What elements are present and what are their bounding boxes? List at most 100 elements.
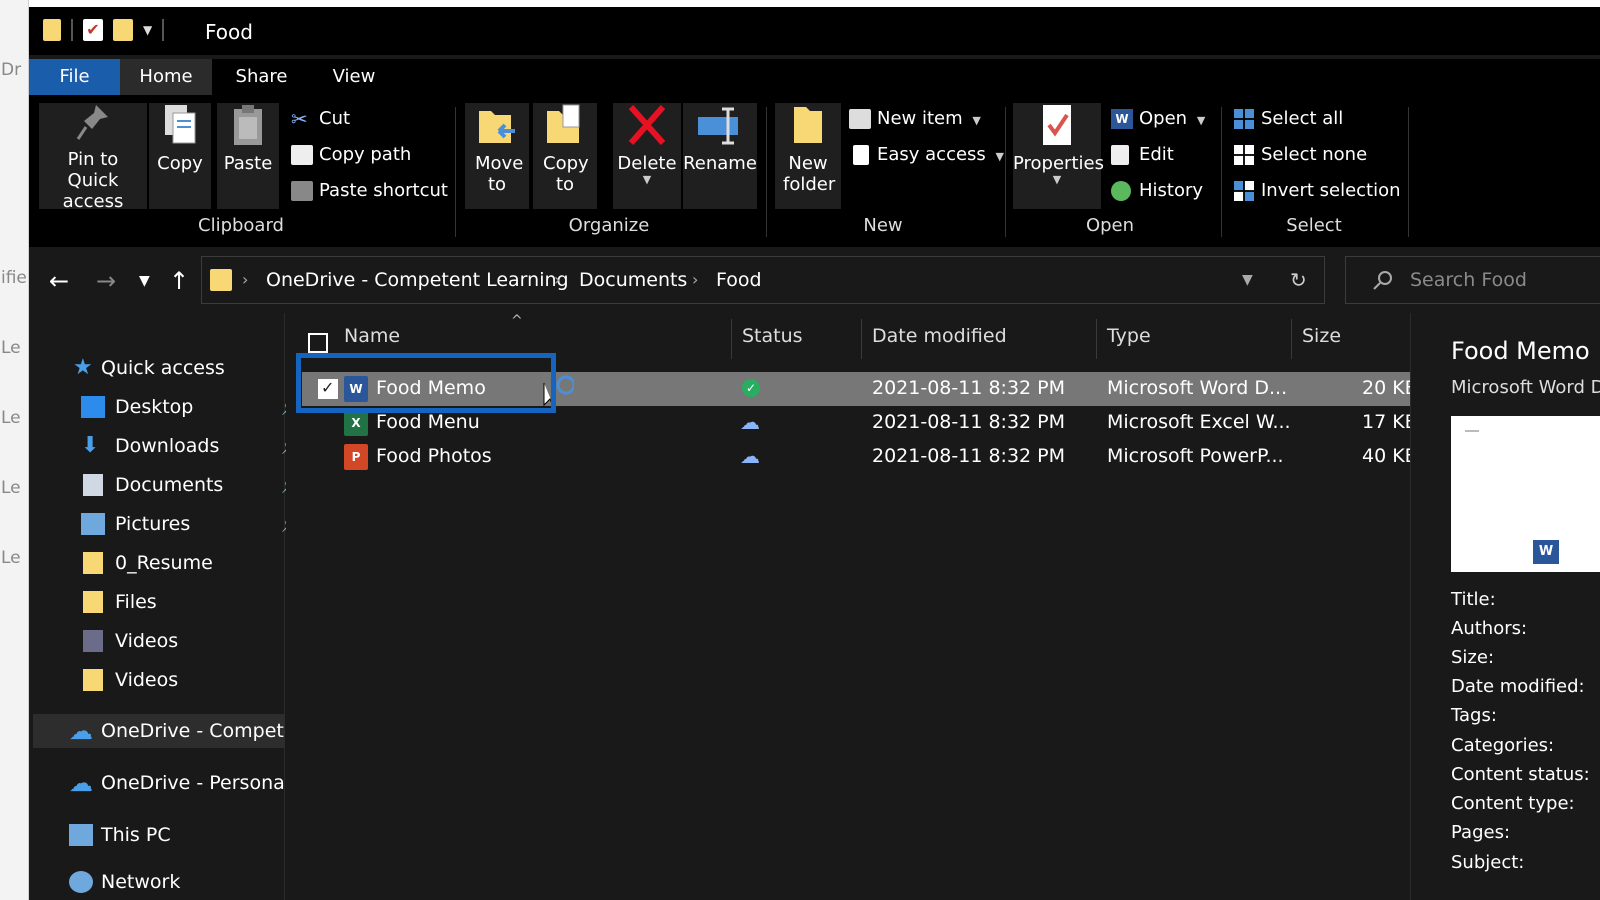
column-header-name[interactable]: Name (344, 325, 400, 347)
nav-downloads[interactable]: ⬇ Downloads 📌 (81, 429, 300, 463)
copy-path-label: Copy path (319, 144, 412, 165)
chevron-right-icon[interactable]: › (242, 270, 248, 289)
new-item-button[interactable]: New item ▼ (843, 103, 981, 135)
ribbon-home: Pin to Quick access Copy Paste ✂ Cut Cop… (29, 95, 1600, 247)
navigation-bar: ← → ▼ ↑ › OneDrive - Competent Learning … (29, 247, 1600, 313)
properties-quick-icon[interactable]: ✔ (83, 19, 103, 41)
navigation-pane: ★ Quick access Desktop 📌 ⬇ Downloads 📌 D… (29, 313, 300, 900)
cut-label: Cut (319, 108, 351, 129)
nav-videos-folder[interactable]: Videos (81, 663, 281, 697)
property-label: Categories: (1451, 735, 1555, 756)
nav-files[interactable]: Files (81, 585, 281, 619)
delete-button[interactable]: Delete ▼ (613, 103, 681, 209)
column-divider[interactable] (1291, 319, 1292, 359)
chevron-right-icon[interactable]: › (692, 270, 698, 289)
copy-path-button[interactable]: Copy path (285, 139, 411, 171)
group-label-open: Open (1085, 215, 1135, 236)
copy-to-icon (547, 104, 580, 143)
forward-arrow-icon[interactable]: → (96, 267, 116, 295)
tab-view[interactable]: View (314, 59, 394, 95)
column-divider[interactable] (861, 319, 862, 359)
pin-label: Pin to Quick access (62, 149, 124, 212)
select-none-icon (1234, 145, 1254, 165)
move-to-button[interactable]: Move to (465, 103, 529, 209)
edit-button[interactable]: Edit (1105, 139, 1174, 171)
cut-button[interactable]: ✂ Cut (285, 103, 350, 135)
file-type: Microsoft PowerP... (1107, 445, 1284, 467)
select-all-icon (1234, 109, 1254, 129)
paste-shortcut-button[interactable]: Paste shortcut (285, 175, 448, 207)
column-divider[interactable] (731, 319, 732, 359)
nav-this-pc[interactable]: This PC (69, 818, 285, 852)
nav-documents[interactable]: Documents 📌 (81, 468, 300, 502)
file-type: Microsoft Word D... (1107, 377, 1288, 399)
column-header-type[interactable]: Type (1107, 325, 1151, 347)
group-separator (1005, 107, 1006, 237)
nav-videos[interactable]: Videos (81, 624, 281, 658)
tab-share[interactable]: Share (219, 59, 304, 95)
column-header-status[interactable]: Status (742, 325, 803, 347)
copy-to-button[interactable]: Copy to (533, 103, 597, 209)
videos-icon (83, 630, 103, 652)
folder-icon (83, 552, 103, 574)
address-bar[interactable]: › OneDrive - Competent Learning › Docume… (201, 256, 1325, 304)
delete-label: Delete (617, 153, 677, 174)
nav-label: Videos (115, 630, 179, 652)
invert-selection-button[interactable]: Invert selection (1227, 175, 1401, 207)
delete-dropdown-icon[interactable]: ▼ (613, 174, 681, 186)
title-bar: ✔ ▼ Food (29, 7, 1600, 55)
back-arrow-icon[interactable]: ← (49, 267, 69, 295)
tab-home[interactable]: Home (120, 59, 212, 95)
breadcrumb-food[interactable]: Food (716, 269, 762, 291)
powerpoint-icon: P (344, 444, 368, 470)
nav-label: Files (115, 591, 157, 613)
refresh-icon[interactable]: ↻ (1290, 268, 1307, 292)
group-separator (1408, 107, 1409, 237)
file-row-food-photos[interactable]: P Food Photos ☁ 2021-08-11 8:32 PM Micro… (302, 440, 1418, 474)
tab-file[interactable]: File (29, 59, 120, 95)
properties-dropdown-icon[interactable]: ▼ (1013, 174, 1101, 186)
select-all-checkbox[interactable] (308, 333, 328, 353)
chevron-right-icon[interactable]: › (554, 270, 560, 289)
rename-button[interactable]: Rename (683, 103, 757, 209)
new-folder-button[interactable]: New folder (775, 103, 841, 209)
preview-subtitle: Microsoft Word Document (1451, 377, 1600, 398)
column-divider[interactable] (1096, 319, 1097, 359)
folder-icon (43, 19, 61, 41)
nav-quick-access[interactable]: ★ Quick access (73, 351, 273, 385)
file-date: 2021-08-11 8:32 PM (872, 445, 1066, 467)
paste-button[interactable]: Paste (217, 103, 279, 209)
breadcrumb-documents[interactable]: Documents (579, 269, 687, 291)
properties-button[interactable]: Properties ▼ (1013, 103, 1104, 209)
nav-0-resume[interactable]: 0_Resume (81, 546, 281, 580)
history-button[interactable]: History (1105, 175, 1203, 207)
property-label: Content status: (1451, 764, 1590, 785)
property-label: Size: (1451, 647, 1495, 668)
nav-onedrive-personal[interactable]: ☁ OneDrive - Personal (69, 766, 290, 800)
cloud-status-icon: ☁ (740, 444, 760, 468)
search-box[interactable]: Search Food (1345, 256, 1600, 304)
nav-desktop[interactable]: Desktop 📌 (81, 390, 300, 424)
property-label: Title: (1451, 589, 1496, 610)
address-dropdown-icon[interactable]: ▼ (1242, 272, 1253, 288)
column-header-date-modified[interactable]: Date modified (872, 325, 1007, 347)
nav-onedrive-competent[interactable]: ☁ OneDrive - Competent Learning (33, 714, 285, 748)
select-none-button[interactable]: Select none (1227, 139, 1367, 171)
nav-pictures[interactable]: Pictures 📌 (81, 507, 300, 541)
new-folder-quick-icon[interactable] (113, 19, 133, 41)
breadcrumb-onedrive[interactable]: OneDrive - Competent Learning (266, 269, 569, 291)
select-all-button[interactable]: Select all (1227, 103, 1343, 135)
up-arrow-icon[interactable]: ↑ (169, 267, 189, 295)
easy-access-button[interactable]: Easy access ▼ (843, 139, 1004, 171)
divider (71, 19, 73, 41)
nav-network[interactable]: Network (69, 865, 285, 899)
customize-toolbar-icon[interactable]: ▼ (143, 23, 152, 37)
column-header-size[interactable]: Size (1302, 325, 1341, 347)
cloud-icon: ☁ (69, 769, 93, 797)
window-title: Food (205, 20, 253, 44)
pin-to-quick-access-button[interactable]: Pin to Quick access (39, 103, 147, 212)
open-button[interactable]: W Open ▼ (1105, 103, 1205, 135)
copy-button[interactable]: Copy (149, 103, 211, 209)
recent-locations-chevron-icon[interactable]: ▼ (139, 273, 150, 289)
pin-icon (76, 105, 108, 140)
